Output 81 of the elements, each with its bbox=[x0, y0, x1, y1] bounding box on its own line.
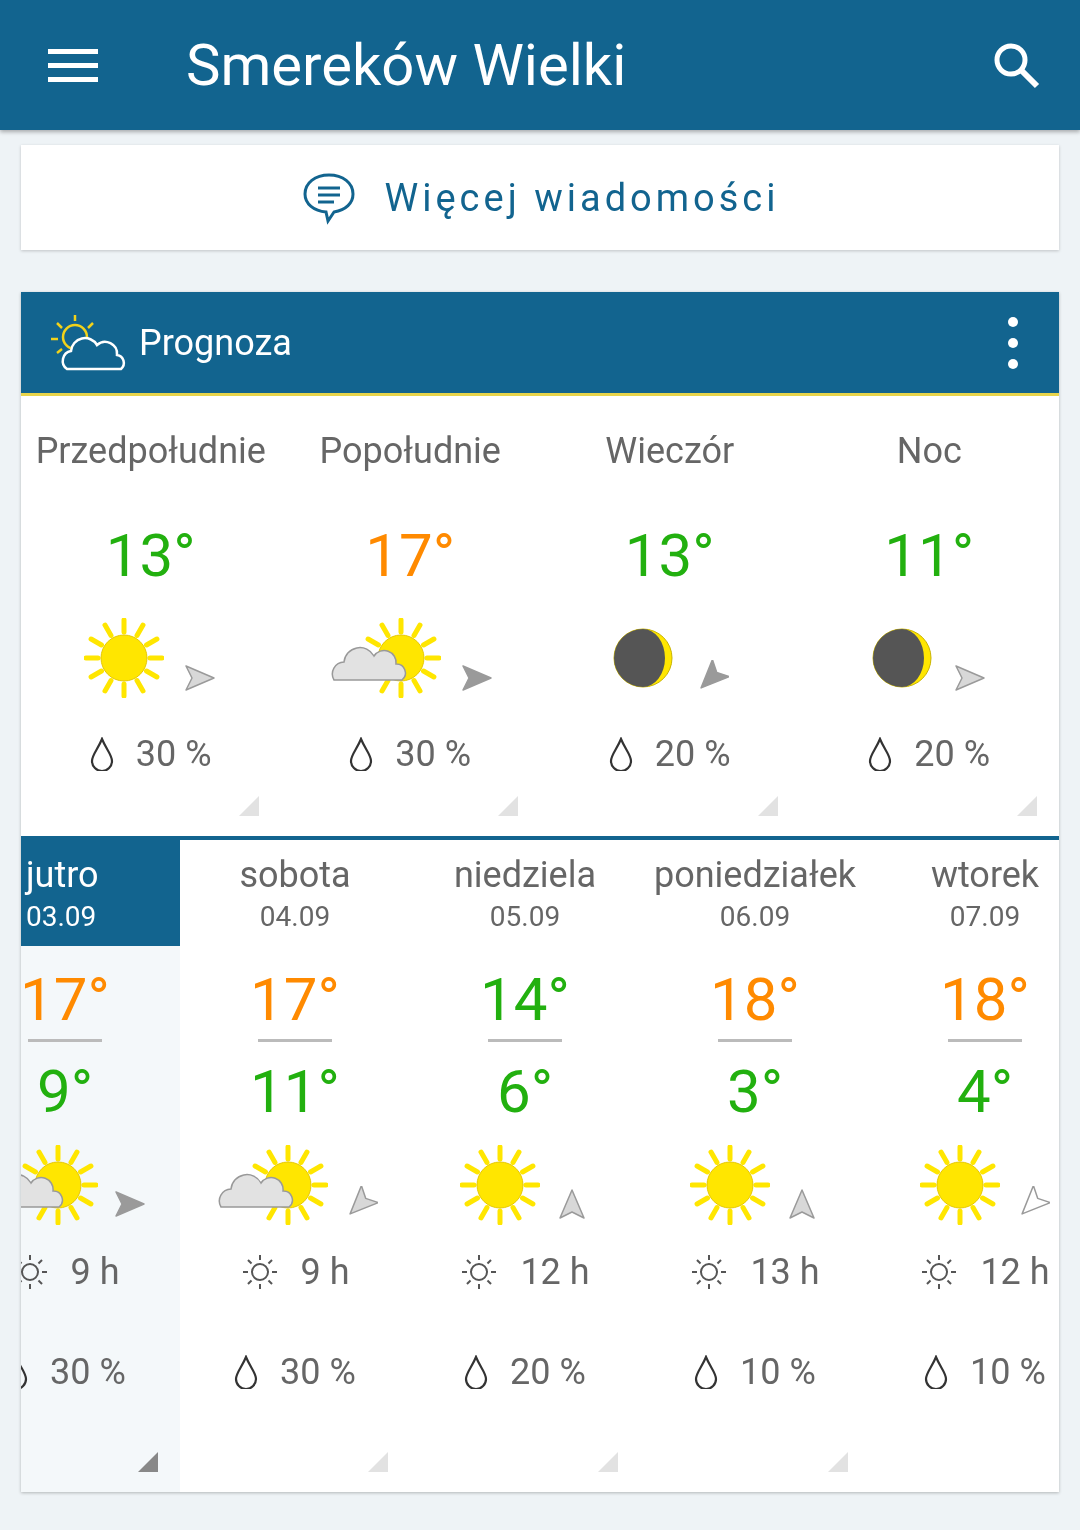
more-news-label: Więcej wiadomości bbox=[384, 175, 780, 220]
day-name: jutro bbox=[26, 853, 99, 896]
sun-hours-icon bbox=[460, 1253, 499, 1291]
sun-hours-icon bbox=[920, 1253, 959, 1291]
menu-icon[interactable] bbox=[48, 47, 98, 83]
day-date: 03.09 bbox=[26, 899, 97, 933]
day-column[interactable]: poniedziałek 06.09 18° 3° 13 h 10 % bbox=[640, 840, 870, 1492]
day-column[interactable]: wtorek 07.09 18° 4° 12 h 10 % bbox=[870, 840, 1059, 1492]
sun-icon bbox=[460, 1145, 540, 1225]
min-temperature: 3° bbox=[726, 1056, 784, 1127]
sun-icon bbox=[83, 618, 164, 698]
max-temperature: 17° bbox=[250, 964, 340, 1035]
precipitation: 20 % bbox=[510, 1351, 586, 1393]
sun-hours-icon bbox=[21, 1253, 49, 1291]
sun-hours: 9 h bbox=[70, 1251, 120, 1293]
sun-hours: 12 h bbox=[520, 1251, 590, 1293]
day-column[interactable]: niedziela 05.09 14° 6° 12 h 20 % bbox=[410, 840, 640, 1492]
period-label: Wieczór bbox=[605, 430, 735, 472]
sun-hours: 9 h bbox=[300, 1251, 350, 1293]
min-temperature: 9° bbox=[36, 1056, 94, 1127]
precipitation: 30 % bbox=[50, 1351, 126, 1393]
corner-icon bbox=[828, 1452, 848, 1472]
raindrop-icon bbox=[234, 1355, 259, 1389]
day-date: 05.09 bbox=[489, 899, 561, 933]
temperature: 17° bbox=[365, 520, 456, 591]
corner-icon bbox=[238, 796, 259, 816]
day-name: sobota bbox=[239, 853, 351, 896]
day-name: poniedziałek bbox=[653, 853, 856, 896]
raindrop-icon bbox=[349, 737, 374, 771]
period-label: Noc bbox=[896, 430, 962, 472]
precipitation: 30 % bbox=[395, 733, 472, 775]
day-date: 06.09 bbox=[719, 899, 791, 933]
raindrop-icon bbox=[464, 1355, 489, 1389]
corner-icon bbox=[598, 1452, 618, 1472]
max-temperature: 17° bbox=[21, 964, 110, 1035]
raindrop-icon bbox=[868, 737, 893, 771]
corner-icon bbox=[138, 1452, 158, 1472]
sun-hours-icon bbox=[690, 1253, 729, 1291]
more-options-icon[interactable] bbox=[1007, 315, 1019, 370]
sun-hours: 13 h bbox=[750, 1251, 820, 1293]
forecast-title: Prognoza bbox=[139, 321, 293, 364]
min-temperature: 6° bbox=[496, 1056, 554, 1127]
app-title: Smereków Wielki bbox=[186, 31, 628, 99]
search-icon[interactable] bbox=[992, 41, 1040, 89]
day-column[interactable]: sobota 04.09 17° 11° 9 h 30 % bbox=[180, 840, 410, 1492]
day-name: niedziela bbox=[453, 853, 597, 896]
sun-hours: 12 h bbox=[980, 1251, 1050, 1293]
min-temperature: 4° bbox=[956, 1056, 1014, 1127]
sun-icon bbox=[690, 1145, 770, 1225]
corner-icon bbox=[498, 796, 518, 816]
day-date: 07.09 bbox=[949, 899, 1021, 933]
day-column[interactable]: jutro 03.09 17° 9° 9 h 30 % bbox=[21, 840, 180, 1492]
moon-icon bbox=[610, 626, 675, 690]
corner-icon bbox=[1017, 796, 1037, 816]
precipitation: 30 % bbox=[280, 1351, 356, 1393]
precipitation: 10 % bbox=[740, 1351, 816, 1393]
temperature: 13° bbox=[105, 520, 196, 591]
raindrop-icon bbox=[89, 737, 114, 771]
min-temperature: 11° bbox=[250, 1056, 340, 1127]
temperature: 11° bbox=[884, 520, 975, 591]
precipitation: 20 % bbox=[654, 733, 731, 775]
sun-icon bbox=[920, 1145, 1000, 1225]
precipitation: 20 % bbox=[914, 733, 991, 775]
period-label: Popołudnie bbox=[319, 430, 501, 472]
corner-icon bbox=[757, 796, 778, 816]
day-date: 04.09 bbox=[259, 899, 331, 933]
raindrop-icon bbox=[608, 737, 633, 771]
precipitation: 10 % bbox=[970, 1351, 1046, 1393]
more-news-card[interactable]: Więcej wiadomości bbox=[21, 145, 1059, 250]
sun-hours-icon bbox=[240, 1253, 279, 1291]
corner-icon bbox=[368, 1452, 388, 1472]
temperature: 13° bbox=[624, 520, 715, 591]
day-name: wtorek bbox=[930, 853, 1040, 896]
raindrop-icon bbox=[694, 1355, 719, 1389]
period-label: Przedpołudnie bbox=[35, 430, 266, 472]
max-temperature: 18° bbox=[940, 964, 1030, 1035]
max-temperature: 14° bbox=[480, 964, 570, 1035]
raindrop-icon bbox=[924, 1355, 949, 1389]
precipitation: 30 % bbox=[135, 733, 212, 775]
moon-icon bbox=[870, 626, 935, 690]
max-temperature: 18° bbox=[710, 964, 800, 1035]
